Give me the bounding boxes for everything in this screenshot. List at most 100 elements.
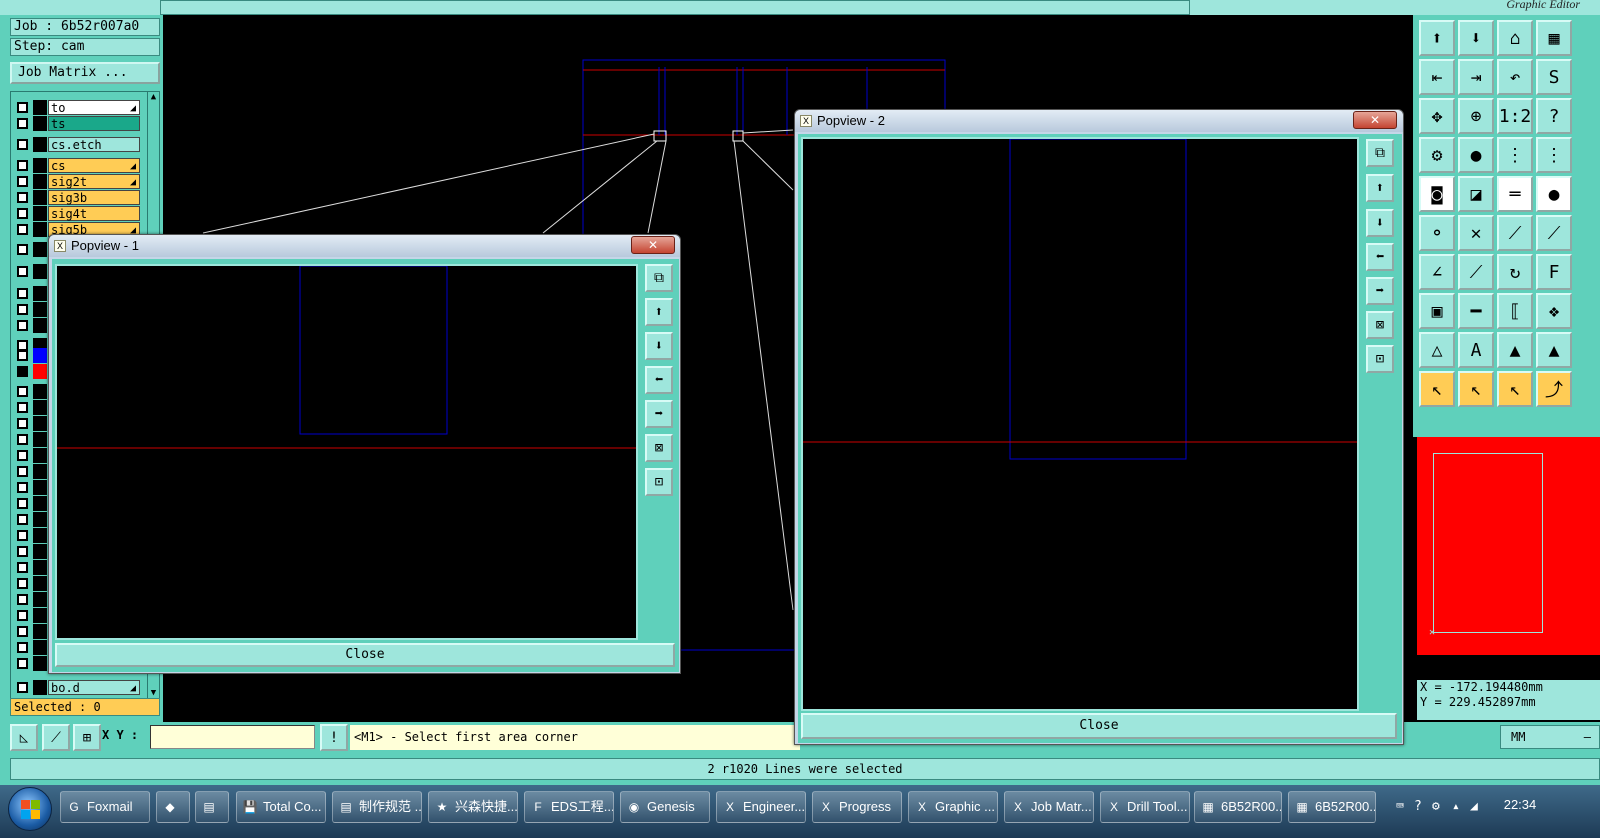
scroll-up-icon[interactable]: ▲ bbox=[148, 92, 159, 106]
layer-context-swatch[interactable] bbox=[33, 480, 47, 495]
pointer-circle-icon[interactable]: ↖ bbox=[1497, 371, 1533, 407]
layer-row[interactable]: sig2t ◢ bbox=[11, 174, 147, 189]
taskbar-button[interactable]: ◉ Genesis bbox=[620, 791, 710, 823]
taskbar-button[interactable]: F EDS工程... bbox=[524, 791, 614, 823]
layer-checkbox[interactable] bbox=[17, 594, 28, 605]
layer-checkbox[interactable] bbox=[17, 266, 28, 277]
layer-checkbox[interactable] bbox=[17, 350, 28, 361]
layer-checkbox[interactable] bbox=[17, 118, 28, 129]
layer-checkbox[interactable] bbox=[17, 224, 28, 235]
pan-left-icon[interactable]: ⬅ bbox=[1366, 243, 1394, 271]
taskbar-button[interactable]: ▦ 6B52R00... bbox=[1194, 791, 1282, 823]
popview-2-view[interactable] bbox=[801, 137, 1359, 711]
pointer-box-icon[interactable]: ↖ bbox=[1458, 371, 1494, 407]
layer-context-swatch[interactable] bbox=[33, 576, 47, 591]
grid-icon[interactable]: ⊞ bbox=[73, 724, 101, 751]
layer-context-swatch[interactable] bbox=[33, 222, 47, 237]
measure-icon[interactable]: ⟋ bbox=[42, 724, 70, 751]
layer-checkbox[interactable] bbox=[17, 288, 28, 299]
s-icon[interactable]: S bbox=[1536, 59, 1572, 95]
minus-icon[interactable]: ━ bbox=[1458, 293, 1494, 329]
layer-context-swatch[interactable] bbox=[33, 656, 47, 671]
layer-context-swatch[interactable] bbox=[33, 364, 47, 379]
popview-2-close-icon[interactable]: ✕ bbox=[1353, 111, 1397, 129]
drill-icon[interactable]: ⋮ bbox=[1536, 137, 1572, 173]
triangle-a-icon[interactable]: A bbox=[1458, 332, 1494, 368]
layer-checkbox[interactable] bbox=[17, 562, 28, 573]
layer-checkbox[interactable] bbox=[17, 498, 28, 509]
taskbar-button[interactable]: ◆ bbox=[156, 791, 190, 823]
pan-up-icon[interactable]: ⬆ bbox=[645, 298, 673, 326]
layer-context-swatch[interactable] bbox=[33, 496, 47, 511]
settings-icon[interactable]: ⚙ bbox=[1432, 799, 1440, 814]
layer-name[interactable]: cs.etch bbox=[48, 137, 140, 152]
layer-checkbox[interactable] bbox=[17, 102, 28, 113]
layer-context-swatch[interactable] bbox=[33, 242, 47, 257]
layer-checkbox[interactable] bbox=[17, 610, 28, 621]
layer-checkbox[interactable] bbox=[17, 304, 28, 315]
layer-context-swatch[interactable] bbox=[33, 302, 47, 317]
layer-row[interactable]: sig3b bbox=[11, 190, 147, 205]
slope-icon[interactable]: ◪ bbox=[1458, 176, 1494, 212]
node-icon[interactable]: ⚬ bbox=[1419, 215, 1455, 251]
warning-icon[interactable]: ! bbox=[320, 724, 348, 751]
layer-context-swatch[interactable] bbox=[33, 400, 47, 415]
popview-1-titlebar[interactable]: X Popview - 1 bbox=[49, 235, 680, 257]
layer-checkbox[interactable] bbox=[17, 192, 28, 203]
pan-down-icon[interactable]: ⬇ bbox=[645, 332, 673, 360]
network-icon[interactable]: ◢ bbox=[1470, 799, 1478, 814]
layer-context-swatch[interactable] bbox=[33, 264, 47, 279]
taskbar-button[interactable]: ▦ 6B52R00... bbox=[1288, 791, 1376, 823]
layer-context-swatch[interactable] bbox=[33, 190, 47, 205]
layer-context-swatch[interactable] bbox=[33, 512, 47, 527]
layer-name[interactable]: to ◢ bbox=[48, 100, 140, 115]
move-left-icon[interactable]: ⇤ bbox=[1419, 59, 1455, 95]
layer-context-swatch[interactable] bbox=[33, 100, 47, 115]
layer-context-swatch[interactable] bbox=[33, 680, 47, 695]
arc-node-icon[interactable]: ⟋ bbox=[1536, 215, 1572, 251]
taskbar-button[interactable]: ★ 兴森快捷... bbox=[428, 791, 518, 823]
taskbar-button[interactable]: G Foxmail bbox=[60, 791, 150, 823]
layer-checkbox[interactable] bbox=[17, 160, 28, 171]
help-icon[interactable]: ? bbox=[1536, 98, 1572, 134]
layer-row[interactable]: to ◢ bbox=[11, 100, 147, 115]
layer-context-swatch[interactable] bbox=[33, 640, 47, 655]
layer-checkbox[interactable] bbox=[17, 139, 28, 150]
pan-right-icon[interactable]: ➡ bbox=[645, 400, 673, 428]
cross-icon[interactable]: ✕ bbox=[1458, 215, 1494, 251]
pointer-icon[interactable]: ↖ bbox=[1419, 371, 1455, 407]
rotate-icon[interactable]: ↻ bbox=[1497, 254, 1533, 290]
angle-icon[interactable]: ∠ bbox=[1419, 254, 1455, 290]
layer-row[interactable]: cs.etch bbox=[11, 137, 147, 152]
keyboard-icon[interactable]: ⌨ bbox=[1396, 799, 1404, 814]
layer-context-swatch[interactable] bbox=[33, 448, 47, 463]
overview-panel[interactable]: ✕ bbox=[1417, 437, 1600, 655]
zoom-window-icon[interactable]: ⧉ bbox=[645, 264, 673, 292]
popview-2-titlebar[interactable]: X Popview - 2 bbox=[795, 110, 1403, 132]
slash-icon[interactable]: ⟋ bbox=[1458, 254, 1494, 290]
layer-checkbox[interactable] bbox=[17, 546, 28, 557]
layer-context-swatch[interactable] bbox=[33, 348, 47, 363]
ruler-icon[interactable]: ═ bbox=[1497, 176, 1533, 212]
scale-icon[interactable]: 1:2 bbox=[1497, 98, 1533, 134]
layer-context-swatch[interactable] bbox=[33, 158, 47, 173]
layer-down-icon[interactable]: ⬇ bbox=[1458, 20, 1494, 56]
taskbar-button[interactable]: X Progress bbox=[812, 791, 902, 823]
layer-checkbox[interactable] bbox=[17, 450, 28, 461]
layer-checkbox[interactable] bbox=[17, 418, 28, 429]
layer-name[interactable]: cs ◢ bbox=[48, 158, 140, 173]
popview-1-view[interactable] bbox=[55, 264, 638, 640]
pad-icon[interactable]: ● bbox=[1458, 137, 1494, 173]
zoom-out-icon[interactable]: ⊡ bbox=[1366, 345, 1394, 373]
taskbar-button[interactable]: X Drill Tool... bbox=[1100, 791, 1190, 823]
camera-icon[interactable]: ◙ bbox=[1419, 176, 1455, 212]
undo-icon[interactable]: ↶ bbox=[1497, 59, 1533, 95]
taskbar-button[interactable]: X Graphic ... bbox=[908, 791, 998, 823]
snap-icon[interactable]: ◺ bbox=[10, 724, 38, 751]
pcb-icon[interactable]: ▦ bbox=[1536, 20, 1572, 56]
triangle-up-icon[interactable]: ▲ bbox=[1497, 332, 1533, 368]
layer-context-swatch[interactable] bbox=[33, 174, 47, 189]
layer-checkbox[interactable] bbox=[17, 320, 28, 331]
layer-name[interactable]: sig2t ◢ bbox=[48, 174, 140, 189]
units-select[interactable]: MM — bbox=[1500, 725, 1600, 749]
